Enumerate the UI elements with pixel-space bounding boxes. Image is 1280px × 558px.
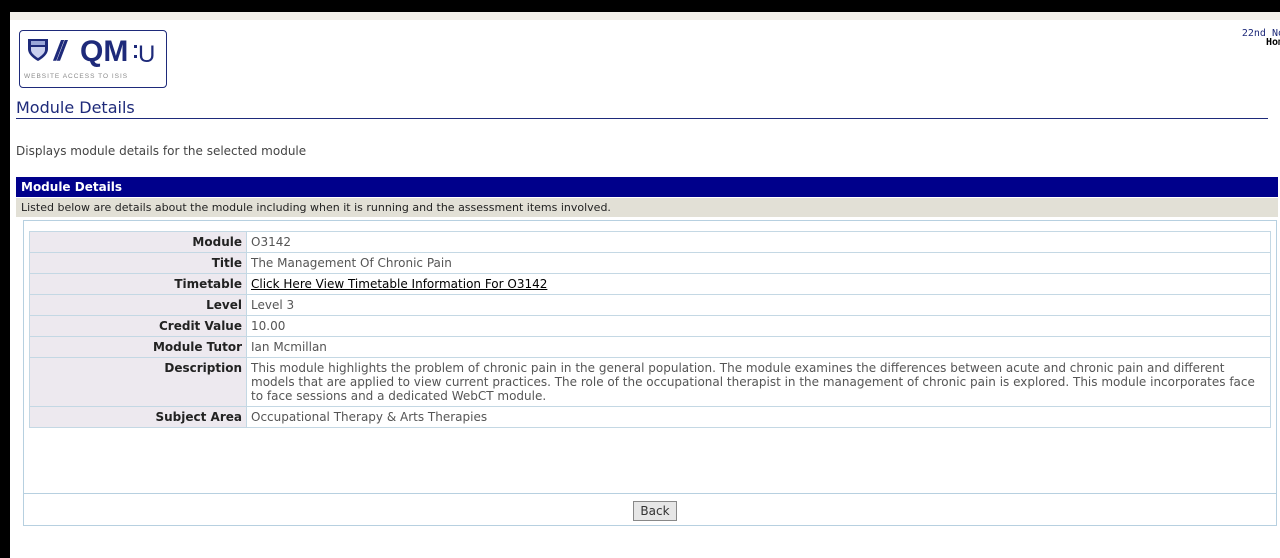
home-link[interactable]: Hom <box>1266 37 1280 48</box>
row-value-timetable: Click Here View Timetable Information Fo… <box>246 273 1271 295</box>
table-row: Module O3142 <box>29 231 1271 253</box>
page-frame: // QM U WEBSITE ACCESS TO ISIS 22nd No H… <box>10 12 1280 558</box>
table-row: Subject Area Occupational Therapy & Arts… <box>29 406 1271 428</box>
row-label-module: Module <box>29 231 247 253</box>
section-header: Module Details <box>16 177 1278 197</box>
qmu-logo[interactable]: // QM U WEBSITE ACCESS TO ISIS <box>19 30 167 88</box>
page-description: Displays module details for the selected… <box>16 144 307 158</box>
table-row: Description This module highlights the p… <box>29 357 1271 407</box>
page-title: Module Details <box>16 98 1268 119</box>
row-label-credit-value: Credit Value <box>29 315 247 337</box>
row-value-credit-value: 10.00 <box>246 315 1271 337</box>
row-value-subject-area: Occupational Therapy & Arts Therapies <box>246 406 1271 428</box>
top-strip <box>10 12 1280 20</box>
section-intro: Listed below are details about the modul… <box>16 198 1278 217</box>
timetable-link[interactable]: Click Here View Timetable Information Fo… <box>251 277 547 291</box>
row-label-timetable: Timetable <box>29 273 247 295</box>
shield-icon <box>28 39 48 61</box>
table-row: Credit Value 10.00 <box>29 315 1271 337</box>
table-row: Timetable Click Here View Timetable Info… <box>29 273 1271 295</box>
logo-colon-dot <box>134 55 137 58</box>
row-label-title: Title <box>29 252 247 274</box>
table-row: Module Tutor Ian Mcmillan <box>29 336 1271 358</box>
row-value-title: The Management Of Chronic Pain <box>246 252 1271 274</box>
logo-slashes: // <box>54 35 65 66</box>
table-row: Level Level 3 <box>29 294 1271 316</box>
row-label-subject-area: Subject Area <box>29 406 247 428</box>
back-button[interactable]: Back <box>633 501 677 521</box>
row-value-module: O3142 <box>246 231 1271 253</box>
logo-u: U <box>138 41 156 68</box>
row-label-level: Level <box>29 294 247 316</box>
row-label-description: Description <box>29 357 247 407</box>
actions-row: Back <box>23 493 1277 526</box>
table-row: Title The Management Of Chronic Pain <box>29 252 1271 274</box>
logo-tagline: WEBSITE ACCESS TO ISIS <box>24 73 129 80</box>
logo-colon-dot <box>134 45 137 48</box>
row-label-module-tutor: Module Tutor <box>29 336 247 358</box>
module-details-table: Module O3142 Title The Management Of Chr… <box>29 231 1271 428</box>
row-value-description: This module highlights the problem of ch… <box>246 357 1271 407</box>
logo-wordmark: QM <box>80 35 129 68</box>
row-value-level: Level 3 <box>246 294 1271 316</box>
row-value-module-tutor: Ian Mcmillan <box>246 336 1271 358</box>
